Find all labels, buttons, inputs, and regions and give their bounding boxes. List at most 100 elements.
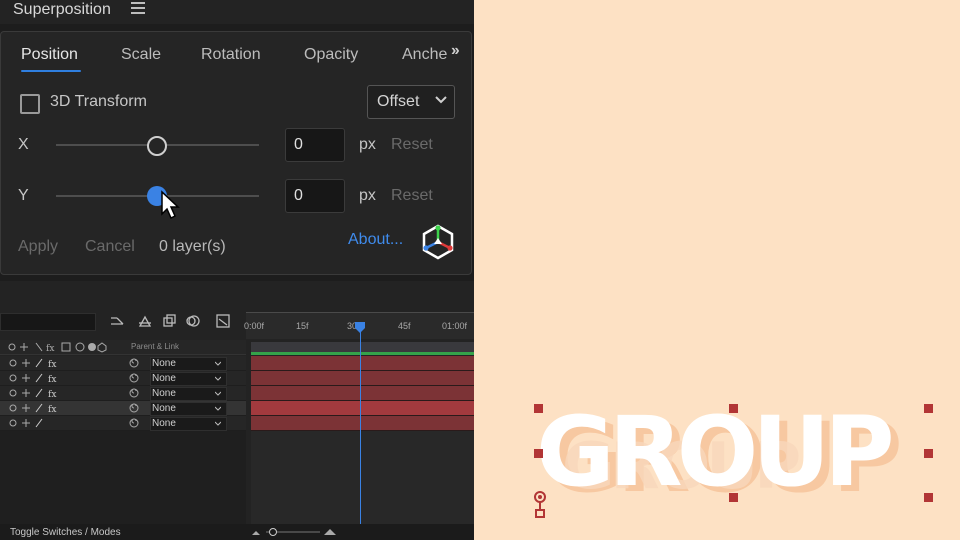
cancel-button[interactable]: Cancel bbox=[85, 238, 135, 256]
chevron-down-icon bbox=[215, 406, 221, 411]
comp-bar bbox=[251, 342, 474, 352]
superposition-logo-icon bbox=[422, 224, 454, 260]
tick-label: 15f bbox=[296, 321, 309, 331]
apply-button[interactable]: Apply bbox=[18, 238, 58, 256]
layer-bar[interactable] bbox=[251, 371, 474, 386]
timeline-footer: Toggle Switches / Modes bbox=[0, 524, 474, 540]
tab-scale[interactable]: Scale bbox=[121, 46, 161, 64]
superposition-panel: Position Scale Rotation Opacity Anche ››… bbox=[0, 31, 472, 275]
active-tab-indicator bbox=[21, 70, 81, 72]
playhead-icon[interactable] bbox=[355, 322, 365, 333]
playhead-line[interactable] bbox=[360, 325, 361, 539]
pick-whip-icon[interactable] bbox=[128, 387, 140, 399]
parent-select[interactable]: None bbox=[150, 387, 227, 401]
composition-viewer[interactable]: GROUP GROUP GROUP bbox=[474, 0, 960, 540]
layer-row-selected[interactable]: fx None bbox=[0, 401, 246, 416]
mode-select[interactable]: Offset bbox=[367, 85, 455, 119]
layer-switches-icon bbox=[9, 359, 17, 367]
tab-anchor[interactable]: Anche bbox=[402, 46, 447, 64]
tick-label: 0:00f bbox=[244, 321, 265, 331]
zoom-slider[interactable] bbox=[250, 527, 340, 537]
about-link[interactable]: About... bbox=[348, 231, 403, 249]
y-value: 0 bbox=[294, 187, 303, 204]
parent-select[interactable]: None bbox=[150, 372, 227, 386]
pick-whip-icon[interactable] bbox=[128, 357, 140, 369]
x-slider-knob[interactable] bbox=[147, 136, 167, 156]
layer-count: 0 layer(s) bbox=[159, 238, 226, 255]
transform-handle[interactable] bbox=[534, 404, 543, 413]
layer-switch-row[interactable]: fx bbox=[22, 358, 62, 368]
tick-label: 45f bbox=[398, 321, 411, 331]
transform-handle[interactable] bbox=[924, 449, 933, 458]
x-unit: px bbox=[359, 136, 376, 153]
layer-switches-icon bbox=[9, 419, 17, 427]
svg-text:fx: fx bbox=[48, 405, 56, 413]
x-reset-button[interactable]: Reset bbox=[391, 136, 433, 154]
tab-position[interactable]: Position bbox=[21, 46, 78, 64]
parent-select-value: None bbox=[152, 403, 176, 414]
layer-row[interactable]: fx None bbox=[0, 371, 246, 386]
composition-flowchart-icon[interactable] bbox=[110, 314, 124, 328]
y-unit: px bbox=[359, 187, 376, 204]
timeline-empty bbox=[251, 431, 474, 524]
chevron-down-icon bbox=[435, 96, 447, 104]
parent-select[interactable]: None bbox=[150, 402, 227, 416]
parent-select-value: None bbox=[152, 388, 176, 399]
svg-text:fx: fx bbox=[46, 344, 54, 353]
layer-switches-icon bbox=[9, 404, 17, 412]
transform-handle[interactable] bbox=[924, 404, 933, 413]
layer-bar[interactable] bbox=[251, 386, 474, 401]
panel-header: Superposition bbox=[0, 0, 474, 24]
panel-title: Superposition bbox=[13, 1, 111, 18]
toggle-switches-modes-button[interactable]: Toggle Switches / Modes bbox=[10, 527, 121, 538]
group-text-layer[interactable]: GROUP bbox=[536, 396, 895, 508]
layer-row[interactable]: fx None bbox=[0, 386, 246, 401]
layer-switch-row[interactable] bbox=[22, 418, 62, 428]
layer-row[interactable]: None bbox=[0, 416, 246, 431]
layer-list-empty bbox=[0, 431, 246, 524]
timeline-search-input[interactable] bbox=[0, 313, 96, 331]
parent-select[interactable]: None bbox=[150, 357, 227, 371]
parent-select[interactable]: None bbox=[150, 417, 227, 431]
anchor-point-icon[interactable] bbox=[533, 490, 547, 518]
draft-3d-icon[interactable] bbox=[138, 314, 152, 328]
y-label: Y bbox=[18, 187, 29, 204]
transform-handle[interactable] bbox=[534, 449, 543, 458]
pick-whip-icon[interactable] bbox=[128, 402, 140, 414]
more-tabs-icon[interactable]: ›› bbox=[451, 42, 460, 60]
parent-select-value: None bbox=[152, 373, 176, 384]
layer-bar[interactable] bbox=[251, 356, 474, 371]
x-value-field[interactable]: 0 bbox=[285, 128, 345, 162]
frame-blending-icon[interactable] bbox=[162, 314, 176, 328]
layer-bar-selected[interactable] bbox=[251, 401, 474, 416]
pick-whip-icon[interactable] bbox=[128, 417, 140, 429]
mouse-cursor-icon bbox=[161, 190, 180, 220]
svg-text:fx: fx bbox=[48, 375, 56, 383]
parent-select-value: None bbox=[152, 358, 176, 369]
tab-opacity[interactable]: Opacity bbox=[304, 46, 358, 64]
layer-row[interactable]: fx None bbox=[0, 356, 246, 371]
3d-transform-checkbox[interactable] bbox=[20, 94, 40, 114]
motion-blur-icon[interactable] bbox=[186, 314, 200, 328]
pick-whip-icon[interactable] bbox=[128, 372, 140, 384]
chevron-down-icon bbox=[215, 376, 221, 381]
y-reset-button[interactable]: Reset bbox=[391, 187, 433, 205]
layer-switches-icon bbox=[9, 389, 17, 397]
layer-switch-row[interactable]: fx bbox=[22, 373, 62, 383]
transform-handle[interactable] bbox=[924, 493, 933, 502]
transform-handle[interactable] bbox=[729, 493, 738, 502]
parent-select-value: None bbox=[152, 418, 176, 429]
tab-rotation[interactable]: Rotation bbox=[201, 46, 261, 64]
layer-bar[interactable] bbox=[251, 416, 474, 431]
chevron-down-icon bbox=[215, 361, 221, 366]
layer-switch-row[interactable]: fx bbox=[22, 403, 62, 413]
graph-editor-icon[interactable] bbox=[216, 314, 230, 328]
switches-header-icon: fx bbox=[8, 342, 107, 353]
panel-menu-icon[interactable] bbox=[131, 2, 145, 16]
y-value-field[interactable]: 0 bbox=[285, 179, 345, 213]
svg-text:fx: fx bbox=[48, 390, 56, 398]
chevron-down-icon bbox=[215, 391, 221, 396]
layer-switch-row[interactable]: fx bbox=[22, 388, 62, 398]
x-label: X bbox=[18, 136, 29, 153]
transform-handle[interactable] bbox=[729, 404, 738, 413]
